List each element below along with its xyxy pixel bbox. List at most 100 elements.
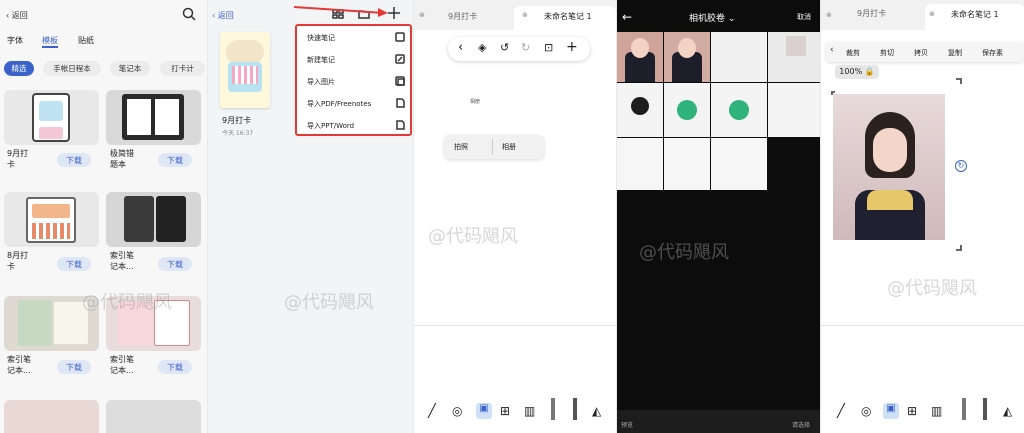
tab-checkin[interactable]: 9月打卡 bbox=[448, 11, 477, 22]
template-thumb-1[interactable] bbox=[4, 90, 99, 145]
search-icon[interactable] bbox=[182, 7, 196, 21]
tab-templates[interactable]: 模板 bbox=[42, 35, 58, 46]
photo-thumb[interactable] bbox=[711, 138, 767, 190]
download-button-5[interactable]: 下载 bbox=[57, 360, 91, 374]
note-thumbnail[interactable] bbox=[220, 32, 270, 108]
photo-thumb[interactable] bbox=[711, 32, 767, 82]
page-icon[interactable]: ⊡ bbox=[544, 41, 553, 54]
back-arrow-icon[interactable]: ← bbox=[622, 10, 632, 24]
chip-notebook[interactable]: 笔记本 bbox=[110, 61, 150, 76]
text-box-icon[interactable]: ⊞ bbox=[500, 404, 510, 418]
photo-thumb[interactable] bbox=[617, 138, 663, 190]
redo-icon[interactable]: ↻ bbox=[521, 41, 530, 54]
quick-note-icon bbox=[395, 32, 405, 42]
photo-thumb[interactable] bbox=[664, 83, 710, 137]
pen-tool-icon[interactable] bbox=[551, 398, 555, 420]
menu-item-quick-note[interactable]: 快速笔记 bbox=[307, 33, 335, 43]
tab-close-icon[interactable]: ⊗ bbox=[929, 10, 935, 18]
photo-thumb[interactable] bbox=[664, 138, 710, 190]
cut-button[interactable]: 剪切 bbox=[880, 48, 894, 58]
tab-stickers[interactable]: 贴纸 bbox=[78, 35, 94, 46]
lasso-icon[interactable]: ◎ bbox=[452, 404, 462, 418]
image-edit-panel: ⊗ 9月打卡 ⊗ 未命名笔记 1 ‹ 裁剪 剪切 拷贝 复制 保存素 100% … bbox=[821, 0, 1024, 433]
duplicate-button[interactable]: 复制 bbox=[948, 48, 962, 58]
tab-untitled[interactable]: ⊗ 未命名笔记 1 bbox=[925, 4, 1024, 30]
photo-thumb[interactable] bbox=[768, 32, 820, 82]
crop-handle[interactable] bbox=[956, 78, 962, 84]
tab-checkin[interactable]: 9月打卡 bbox=[857, 8, 886, 19]
photo-thumb[interactable] bbox=[711, 83, 767, 137]
active-tab-underline bbox=[42, 46, 58, 48]
download-button-1[interactable]: 下载 bbox=[57, 153, 91, 167]
chip-planner[interactable]: 手帐日程本 bbox=[43, 61, 101, 76]
copy-button[interactable]: 拷贝 bbox=[914, 48, 928, 58]
download-button-4[interactable]: 下载 bbox=[158, 257, 192, 271]
select-hint: 请选择 bbox=[792, 422, 811, 429]
chevron-left-icon[interactable]: ‹ bbox=[830, 45, 834, 55]
text-box-icon[interactable]: ⊞ bbox=[907, 404, 917, 418]
back-button[interactable]: ‹ 返回 bbox=[212, 10, 234, 21]
back-button[interactable]: ‹ 返回 bbox=[6, 10, 28, 21]
template-thumb-3[interactable] bbox=[4, 192, 99, 247]
download-button-2[interactable]: 下载 bbox=[158, 153, 192, 167]
photo-thumb[interactable] bbox=[617, 83, 663, 137]
chip-checkin[interactable]: 打卡计 bbox=[160, 61, 205, 76]
template-thumb-7[interactable] bbox=[4, 400, 99, 433]
album-title[interactable]: 相机胶卷 ⌄ bbox=[689, 11, 735, 24]
chip-featured[interactable]: 精选 bbox=[4, 61, 34, 76]
download-button-6[interactable]: 下载 bbox=[158, 360, 192, 374]
red-arrow-icon bbox=[293, 6, 388, 17]
pen-tool-icon[interactable] bbox=[962, 398, 966, 420]
tab-fonts[interactable]: 字体 bbox=[7, 35, 23, 46]
tab-close-icon[interactable]: ⊗ bbox=[826, 11, 832, 19]
crop-handle[interactable] bbox=[956, 245, 962, 251]
shapes-icon[interactable]: ◭ bbox=[1003, 404, 1012, 418]
template-thumb-2[interactable] bbox=[106, 90, 201, 145]
marker-tool-icon[interactable] bbox=[573, 398, 577, 420]
lasso-icon[interactable]: ◎ bbox=[861, 404, 871, 418]
undo-icon[interactable]: ↺ bbox=[500, 41, 509, 54]
save-asset-button[interactable]: 保存素 bbox=[982, 48, 1003, 58]
menu-item-import-ppt[interactable]: 导入PPT/Word bbox=[307, 121, 354, 131]
watermark: @代码飓风 bbox=[82, 292, 172, 313]
book-icon[interactable]: ▥ bbox=[931, 404, 942, 418]
note-title: 9月打卡 bbox=[222, 116, 252, 125]
crop-button[interactable]: 裁剪 bbox=[846, 48, 860, 58]
menu-item-new-note[interactable]: 新建笔记 bbox=[307, 55, 335, 65]
rotate-handle-icon[interactable]: ↻ bbox=[955, 160, 967, 172]
crop-handle[interactable] bbox=[831, 91, 835, 95]
marker-tool-icon[interactable] bbox=[983, 398, 987, 420]
image-tool-icon[interactable]: ▣ bbox=[883, 403, 899, 419]
template-store-panel: ‹ 返回 字体 模板 贴纸 精选 手帐日程本 笔记本 打卡计 9月打 卡 下载 … bbox=[0, 0, 207, 433]
pen-icon[interactable]: ╱ bbox=[428, 404, 436, 419]
photo-thumb[interactable] bbox=[768, 83, 820, 137]
tab-close-icon[interactable]: ⊗ bbox=[522, 11, 528, 19]
selected-photo[interactable] bbox=[833, 94, 945, 240]
tab-close-icon[interactable]: ⊗ bbox=[419, 11, 425, 19]
template-thumb-4[interactable] bbox=[106, 192, 201, 247]
note-editor-panel: ⊗ 9月打卡 ⊗ 未命名笔记 1 ‹ ◈ ↺ ↻ ⊡ + 相册 拍照 相册 ╱ … bbox=[414, 0, 616, 433]
back-chevron-icon[interactable]: ‹ bbox=[458, 40, 463, 55]
template-thumb-8[interactable] bbox=[106, 400, 201, 433]
divider bbox=[821, 325, 1024, 326]
template-name-4: 索引笔 记本... bbox=[110, 251, 134, 271]
pen-icon[interactable]: ╱ bbox=[837, 404, 845, 419]
shapes-icon[interactable]: ◭ bbox=[592, 404, 601, 418]
popup-camera[interactable]: 拍照 bbox=[454, 142, 468, 152]
menu-item-import-pdf[interactable]: 导入PDF/Freenotes bbox=[307, 99, 371, 109]
tab-untitled[interactable]: ⊗ 未命名笔记 1 bbox=[514, 6, 616, 30]
watermark: @代码飓风 bbox=[887, 278, 977, 299]
preview-button[interactable]: 预览 bbox=[621, 420, 633, 429]
photo-thumb[interactable] bbox=[664, 32, 710, 82]
watermark: @代码飓风 bbox=[284, 292, 374, 313]
photo-thumb[interactable] bbox=[617, 32, 663, 82]
image-tool-icon[interactable]: ▣ bbox=[476, 403, 492, 419]
download-button-3[interactable]: 下载 bbox=[57, 257, 91, 271]
menu-item-import-image[interactable]: 导入图片 bbox=[307, 77, 335, 87]
picker-footer bbox=[617, 410, 820, 433]
add-icon[interactable]: + bbox=[566, 39, 578, 55]
book-icon[interactable]: ▥ bbox=[524, 404, 535, 418]
cancel-button[interactable]: 取消 bbox=[797, 12, 811, 22]
layers-icon[interactable]: ◈ bbox=[478, 41, 486, 54]
popup-album[interactable]: 相册 bbox=[502, 142, 516, 152]
